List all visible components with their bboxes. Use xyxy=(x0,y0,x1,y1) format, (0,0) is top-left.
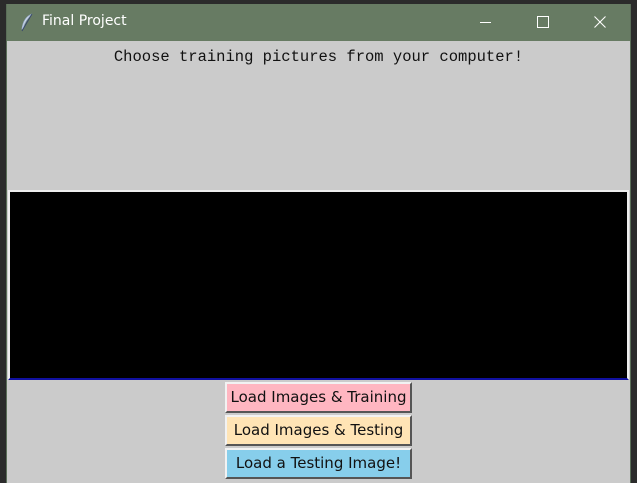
maximize-icon xyxy=(537,13,549,32)
close-icon xyxy=(594,13,606,32)
minimize-icon xyxy=(480,13,492,32)
maximize-button[interactable] xyxy=(520,4,566,41)
load-images-testing-button[interactable]: Load Images & Testing xyxy=(225,415,412,446)
load-images-training-button[interactable]: Load Images & Training xyxy=(225,382,412,413)
feather-icon xyxy=(19,13,35,33)
load-testing-image-button[interactable]: Load a Testing Image! xyxy=(225,448,412,479)
image-canvas xyxy=(8,190,629,380)
window-title: Final Project xyxy=(42,13,127,29)
minimize-button[interactable] xyxy=(463,4,509,41)
title-bar[interactable]: Final Project xyxy=(7,4,630,41)
close-button[interactable] xyxy=(577,4,623,41)
app-window: Final Project Choose training pictures f… xyxy=(6,4,631,483)
instruction-label: Choose training pictures from your compu… xyxy=(113,48,524,66)
